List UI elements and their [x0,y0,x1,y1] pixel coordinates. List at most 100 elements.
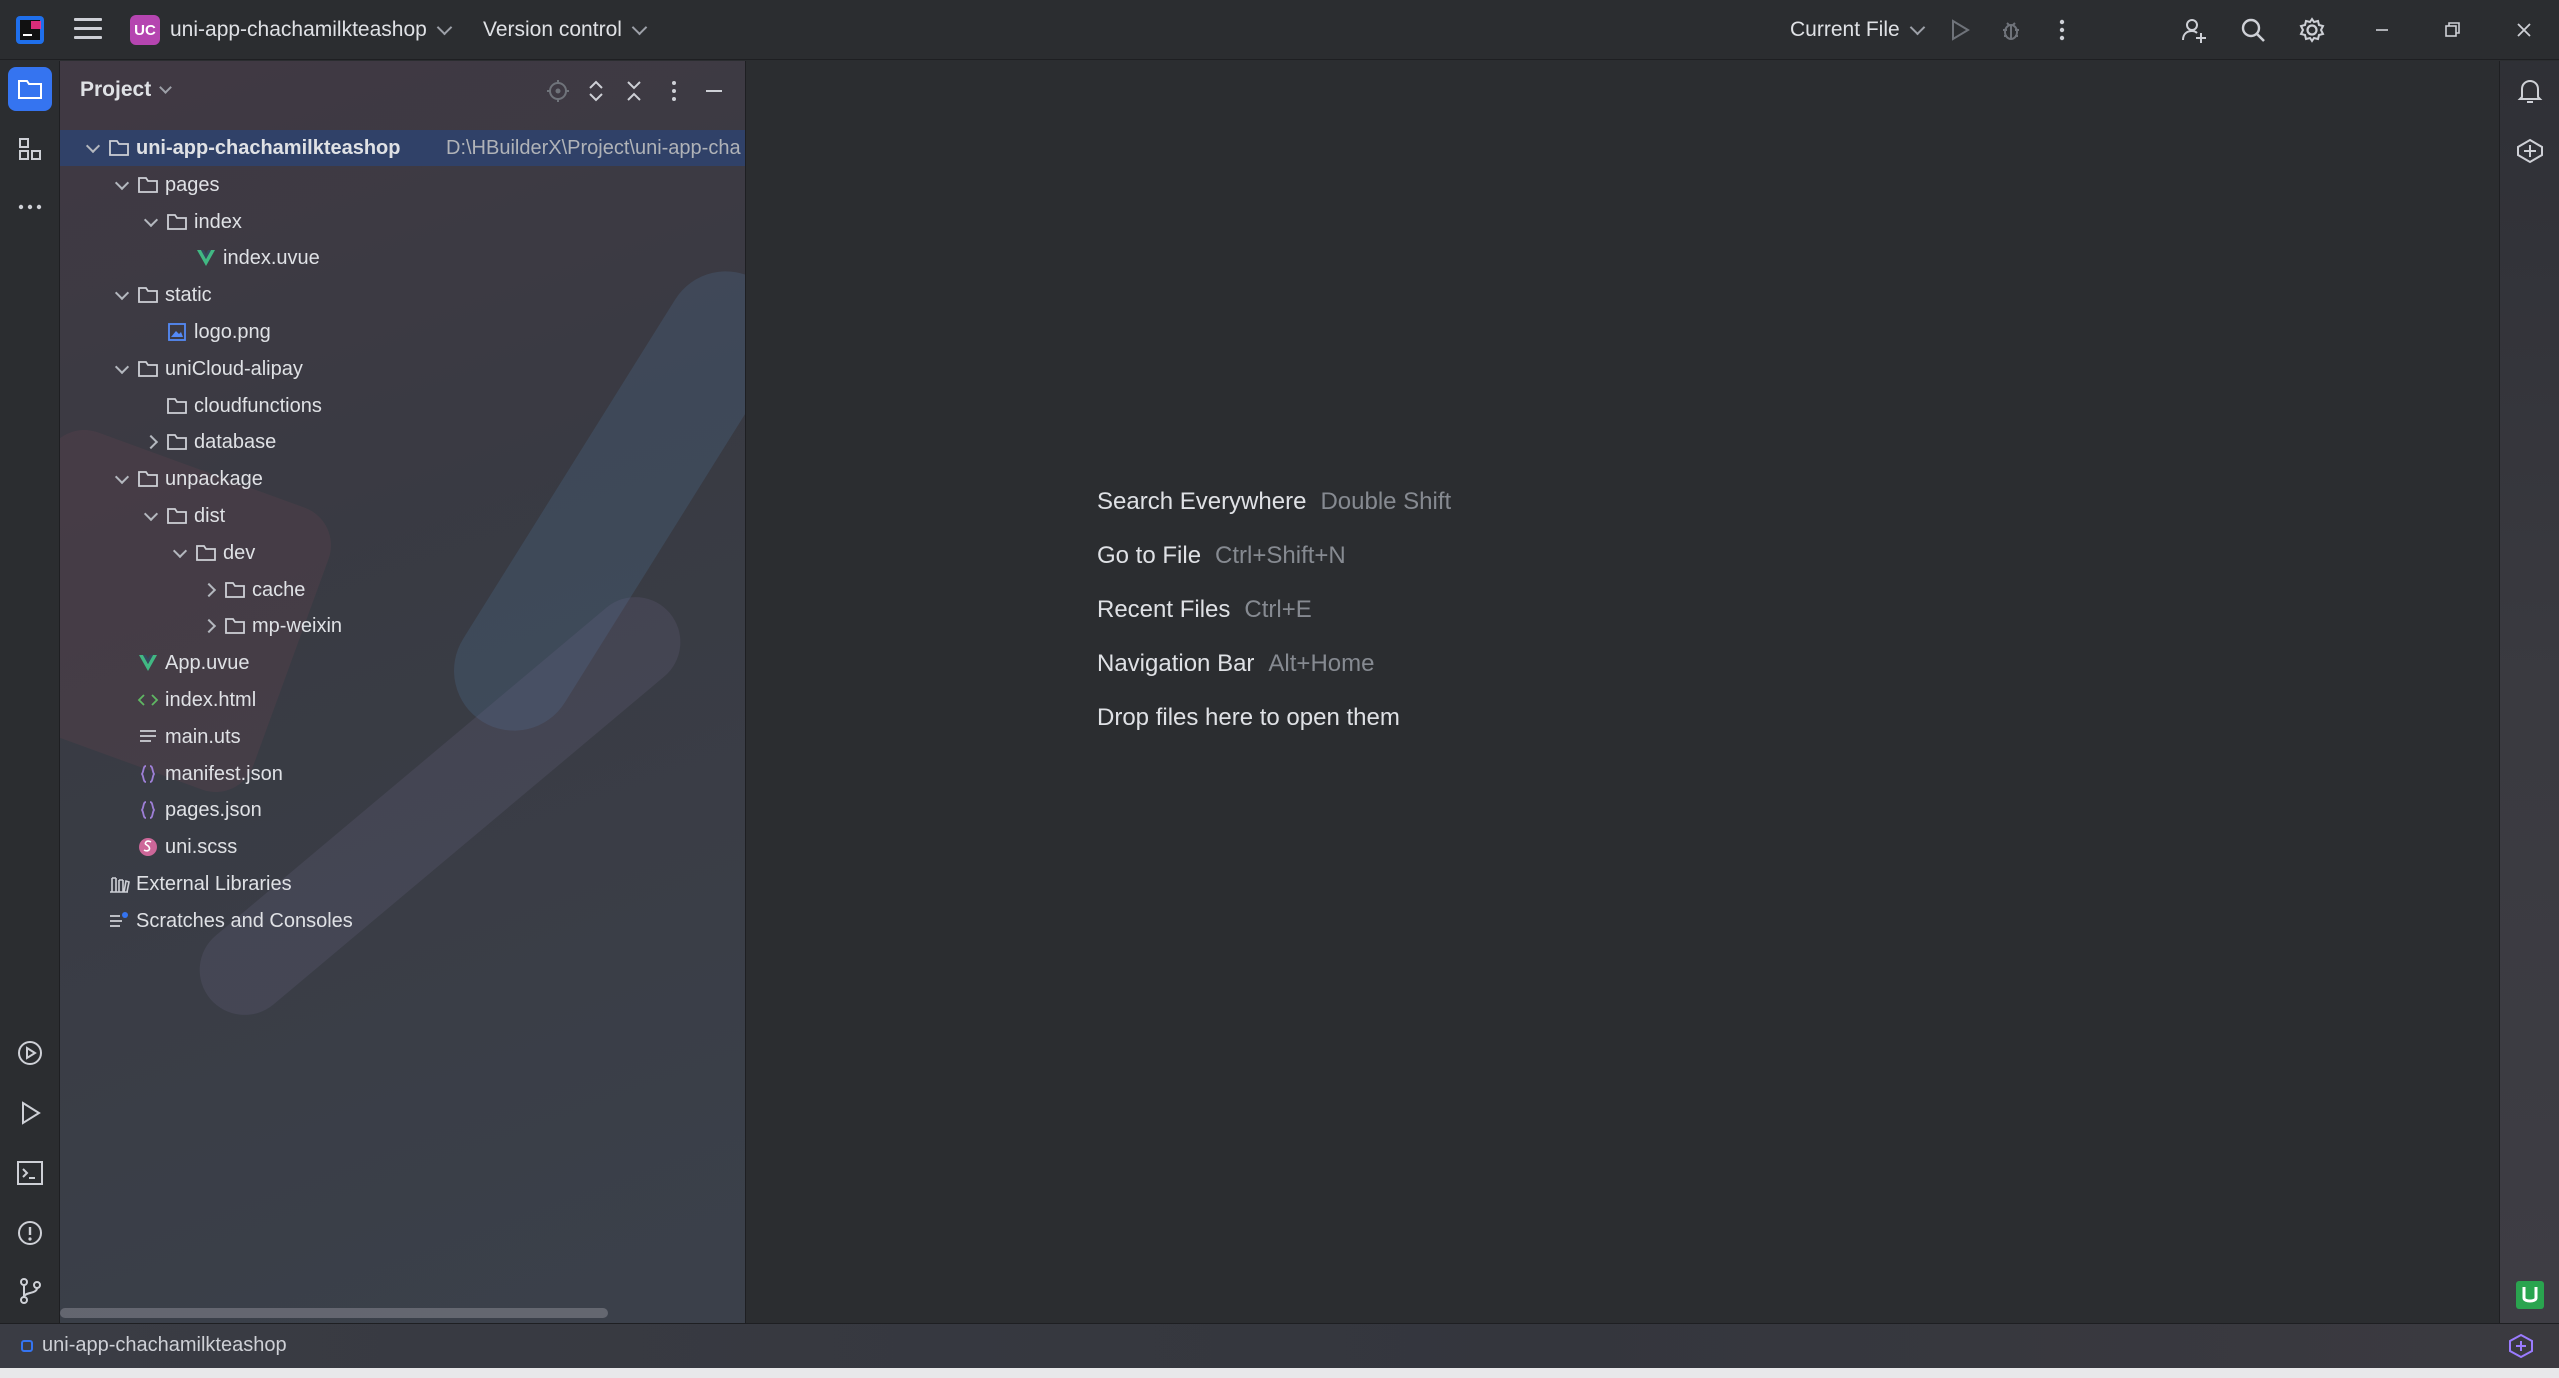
horizontal-dots-icon [18,204,42,210]
tree-item[interactable]: logo.png [60,314,745,350]
project-tool-button[interactable] [8,67,52,111]
search-everywhere-button[interactable] [2237,14,2269,46]
tree-item[interactable]: App.uvue [60,645,745,681]
tree-item[interactable]: main.uts [60,719,745,755]
tree-item[interactable]: Scratches and Consoles [60,903,745,939]
code-with-me-button[interactable] [2178,14,2210,46]
expand-all-button[interactable] [582,77,610,105]
git-tool-button[interactable] [8,1269,52,1313]
tree-item[interactable]: uni.scss [60,829,745,865]
chevron-down-icon[interactable] [114,469,130,484]
scss-file-icon [137,836,159,858]
image-file-icon [166,321,188,343]
more-tool-windows-button[interactable] [8,185,52,229]
chevron-right-icon[interactable] [201,582,217,598]
hint-action: Drop files here to open them [1097,704,1400,731]
chevron-right-icon[interactable] [201,618,217,634]
tree-item[interactable]: unpackage [60,461,745,497]
restore-icon [2445,22,2460,37]
chevron-right-icon[interactable] [143,434,159,450]
vertical-dots-icon [2059,19,2065,41]
chevron-down-icon[interactable] [143,506,159,521]
structure-tool-button[interactable] [8,127,52,171]
chevron-down-icon[interactable] [114,175,130,190]
chevron-down-icon [436,19,453,35]
collapse-all-button[interactable] [620,77,648,105]
main-menu-button[interactable] [74,18,102,42]
ai-status-icon[interactable] [2508,1333,2534,1359]
tree-item[interactable]: cloudfunctions [60,388,745,424]
chevron-down-icon[interactable] [143,212,159,227]
problems-tool-button[interactable] [8,1211,52,1255]
tree-item[interactable]: dev [60,535,745,571]
tree-item[interactable]: uniCloud-alipay [60,351,745,387]
play-icon [22,1101,41,1125]
tree-item-label: pages [165,173,220,196]
horizontal-scrollbar[interactable] [60,1308,608,1318]
run-button[interactable] [1944,14,1976,46]
run-configuration-selector[interactable]: Current File [1790,14,1925,46]
left-tool-window-strip [0,61,60,1323]
hint-shortcut: Ctrl+Shift+N [1215,542,1346,569]
panel-options-button[interactable] [660,77,688,105]
folder-icon [18,80,42,99]
chevron-down-icon[interactable] [114,359,130,374]
gear-icon [2299,17,2325,43]
chevron-down-icon[interactable] [85,138,101,153]
hint-action: Search Everywhere [1097,488,1307,515]
run-configuration-label: Current File [1790,18,1900,41]
restore-window-button[interactable] [2436,14,2468,46]
tree-item[interactable]: dist [60,498,745,534]
tree-item[interactable]: index.html [60,682,745,718]
tree-item-label: cache [252,578,306,601]
json-file-icon [137,763,159,785]
title-bar: UC uni-app-chachamilkteashop Version con… [0,0,2559,60]
notifications-button[interactable] [2508,69,2552,113]
chevron-down-icon [1909,19,1925,35]
status-bar-breadcrumb[interactable]: uni-app-chachamilkteashop [20,1334,287,1357]
run-tool-button[interactable] [8,1091,52,1135]
tree-item[interactable]: uni-app-chachamilkteashop D:\HBuilderX\Pr… [60,130,745,166]
search-icon [2241,18,2265,42]
tree-item[interactable]: mp-weixin [60,608,745,644]
tree-item[interactable]: database [60,424,745,460]
select-opened-file-button[interactable] [544,77,572,105]
close-window-button[interactable] [2508,14,2540,46]
chevron-down-icon[interactable] [114,285,130,300]
ai-assistant-button[interactable] [2508,129,2552,173]
jetbrains-logo-icon [16,16,44,44]
go-to-file-hint: Go to File Ctrl+Shift+N [1097,542,1346,570]
tree-item[interactable]: pages [60,167,745,203]
tree-item-label: logo.png [194,320,271,343]
services-icon [18,1041,42,1065]
project-switcher[interactable]: UC uni-app-chachamilkteashop [130,14,453,46]
services-tool-button[interactable] [8,1031,52,1075]
tree-item[interactable]: cache [60,572,745,608]
version-control-menu[interactable]: Version control [483,14,648,46]
project-view-selector[interactable]: Project [80,78,173,102]
tree-item-label: App.uvue [165,651,250,674]
hide-panel-button[interactable] [700,77,728,105]
debug-button[interactable] [1995,14,2027,46]
terminal-tool-button[interactable] [8,1151,52,1195]
chevron-down-icon[interactable] [172,543,188,558]
tree-item[interactable]: External Libraries [60,866,745,902]
tree-item[interactable]: index [60,204,745,240]
tree-item[interactable]: manifest.json [60,756,745,792]
tree-item[interactable]: pages.json [60,792,745,828]
json-file-icon [137,799,159,821]
tree-item-label: External Libraries [136,872,292,895]
tree-item-label: uni-app-chachamilkteashop [136,136,401,159]
tree-item[interactable]: index.uvue [60,240,745,276]
vue-file-icon [137,652,159,674]
tree-item-label: pages.json [165,798,262,821]
tree-item[interactable]: static [60,277,745,313]
bug-icon [2003,22,2019,40]
uni-app-plugin-button[interactable] [2508,1273,2552,1317]
more-actions-button[interactable] [2046,14,2078,46]
right-tool-window-strip [2499,61,2559,1323]
tree-item-label: database [194,430,277,453]
settings-button[interactable] [2296,14,2328,46]
minimize-window-button[interactable] [2366,14,2398,46]
editor-area: Search Everywhere Double Shift Go to File… [746,61,2499,1323]
